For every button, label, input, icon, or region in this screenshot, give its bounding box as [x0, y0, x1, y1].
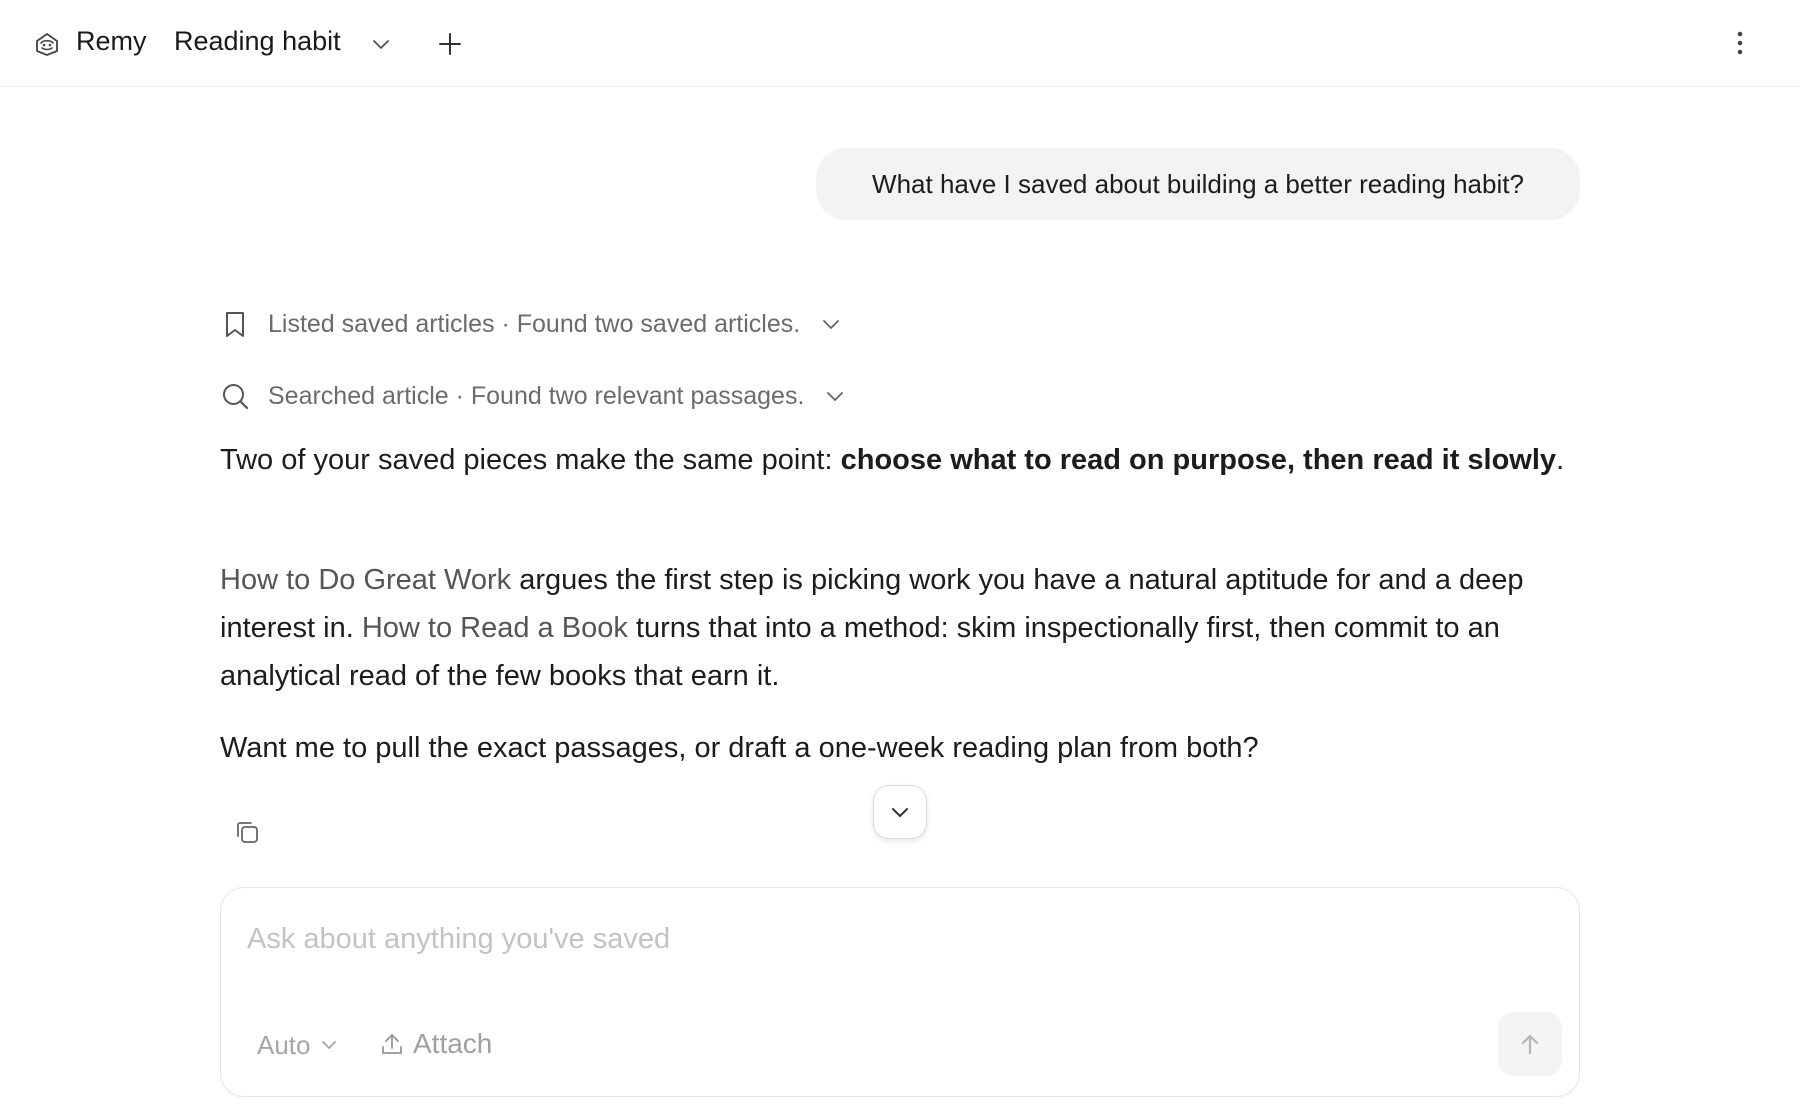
tool-step-search-article[interactable]: Searched article · Found two relevant pa…: [220, 376, 846, 416]
upload-icon: [382, 1034, 402, 1054]
search-icon: [223, 384, 249, 410]
remy-logo-icon: [36, 33, 58, 56]
tool-step-action: Searched article: [268, 381, 449, 410]
message-composer: Auto Attach: [220, 887, 1580, 1097]
new-chat-button[interactable]: [435, 29, 465, 59]
tool-step-list-articles[interactable]: Listed saved articles · Found two saved …: [220, 304, 842, 344]
tool-step-result: Found two saved articles.: [516, 309, 801, 338]
attach-label: Attach: [413, 1028, 493, 1059]
answer-text: .: [1556, 444, 1565, 476]
answer-paragraph-summary: Two of your saved pieces make the same p…: [220, 436, 1580, 484]
tool-step-separator: ·: [494, 309, 517, 338]
answer-text: Two of your saved pieces make the same p…: [220, 444, 841, 476]
mode-select[interactable]: Auto: [257, 1028, 339, 1062]
chevron-down-icon[interactable]: [824, 385, 846, 407]
copy-icon[interactable]: [233, 818, 261, 846]
attach-button[interactable]: Attach: [379, 1026, 492, 1062]
user-message-bubble: What have I saved about building a bette…: [816, 148, 1580, 220]
tool-step-separator: ·: [448, 381, 471, 410]
article-link-read-a-book[interactable]: How to Read a Book: [362, 612, 628, 644]
chevron-down-icon: [892, 808, 908, 817]
scroll-to-bottom-button[interactable]: [873, 785, 927, 839]
answer-bold-text: choose what to read on purpose, then rea…: [840, 444, 1557, 476]
tool-step-result: Found two relevant passages.: [470, 381, 805, 410]
send-button[interactable]: [1498, 1012, 1562, 1076]
answer-paragraph-followup: Want me to pull the exact passages, or d…: [220, 732, 1259, 764]
app-name: Remy: [76, 26, 147, 56]
chevron-down-icon[interactable]: [820, 313, 842, 335]
message-input[interactable]: [247, 916, 1547, 962]
top-bar: Remy Reading habit: [0, 0, 1800, 87]
chevron-down-icon: [321, 1041, 336, 1049]
arrow-up-icon: [1521, 1034, 1539, 1055]
tool-step-action: Listed saved articles: [268, 309, 495, 338]
chevron-down-icon[interactable]: [370, 33, 392, 55]
mode-select-label: Auto: [257, 1029, 311, 1060]
article-link-great-work[interactable]: How to Do Great Work: [220, 564, 511, 596]
answer-paragraph-details: How to Do Great Work argues the first st…: [220, 556, 1580, 700]
chat-title[interactable]: Reading habit: [174, 26, 341, 57]
bookmark-icon: [226, 312, 244, 337]
more-vertical-icon[interactable]: [1728, 27, 1752, 59]
